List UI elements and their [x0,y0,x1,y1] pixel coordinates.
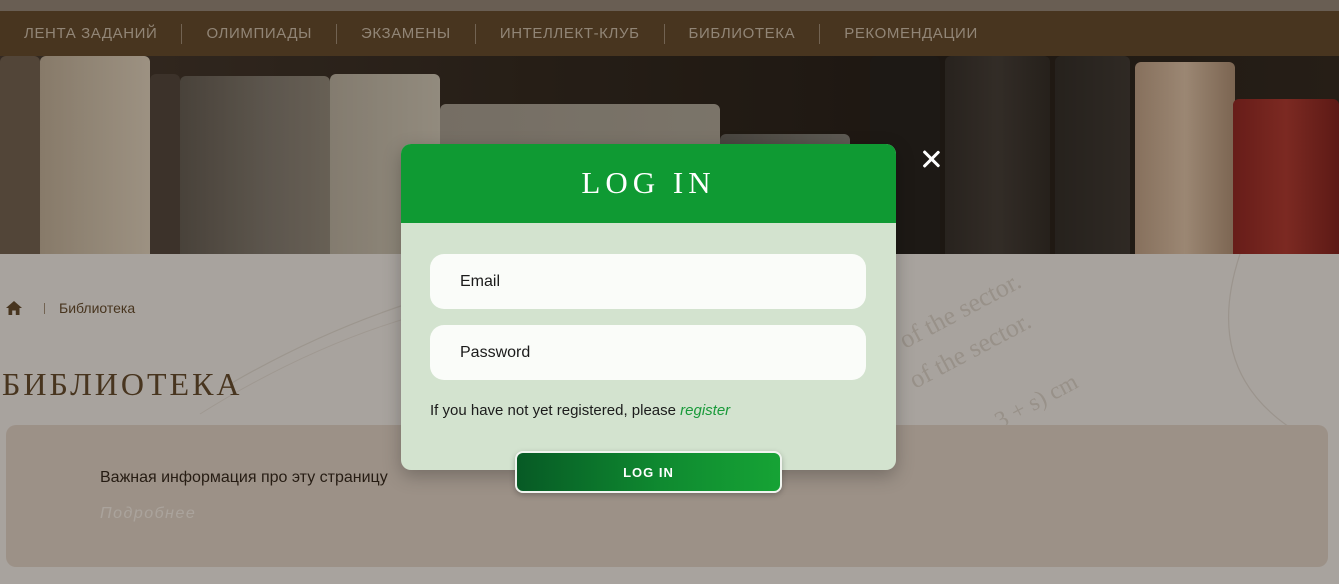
email-field[interactable] [430,254,866,309]
close-icon[interactable] [918,146,944,172]
register-prompt-text: If you have not yet registered, please [430,402,676,419]
register-prompt: If you have not yet registered, please r… [430,402,730,419]
modal-title: LOG IN [581,164,716,200]
login-modal: LOG IN If you have not yet registered, p… [401,144,896,493]
modal-header: LOG IN [401,144,896,223]
register-link[interactable]: register [680,402,730,419]
password-field[interactable] [430,325,866,380]
login-button[interactable]: LOG IN [515,451,782,493]
